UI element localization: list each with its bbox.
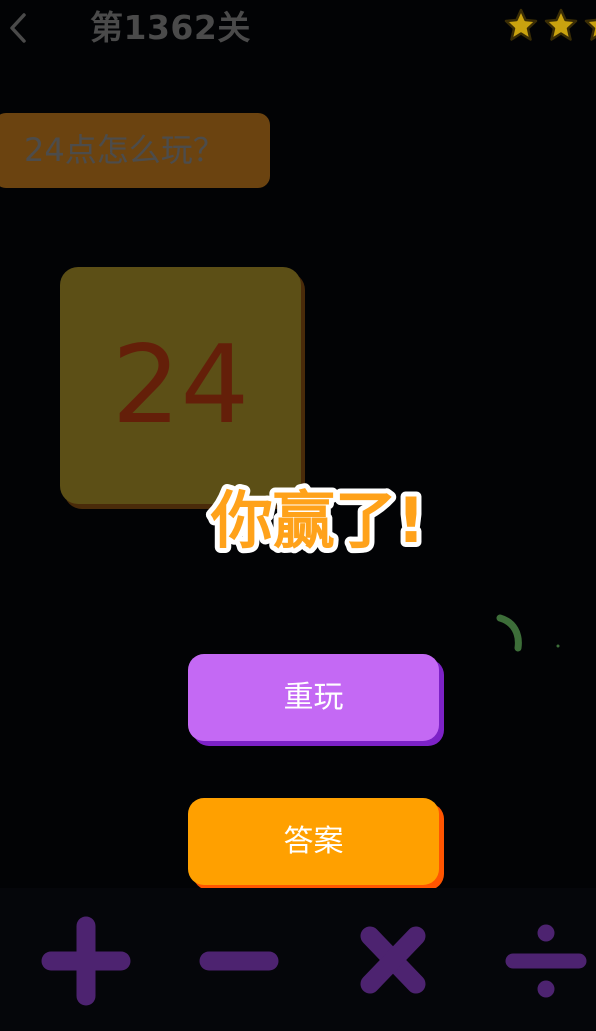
level-stars bbox=[504, 8, 596, 48]
how-to-play-button[interactable]: 24点怎么玩？ bbox=[0, 113, 270, 188]
game-screen: 第1362关 24点怎么玩？ 24 你赢了! 你赢了! 重玩 答案 bbox=[0, 0, 596, 1031]
minus-operator-button[interactable] bbox=[194, 916, 284, 1006]
star-icon bbox=[504, 8, 538, 41]
star-icon bbox=[544, 8, 578, 41]
back-button[interactable] bbox=[2, 6, 34, 50]
win-message: 你赢了! 你赢了! bbox=[198, 468, 438, 568]
minus-icon bbox=[199, 951, 279, 971]
replay-button[interactable]: 重玩 bbox=[188, 654, 439, 741]
multiply-operator-button[interactable] bbox=[348, 916, 438, 1006]
answer-button[interactable]: 答案 bbox=[188, 798, 439, 885]
confetti-decoration bbox=[492, 612, 572, 662]
plus-operator-button[interactable] bbox=[41, 916, 131, 1006]
chevron-left-icon bbox=[10, 13, 26, 43]
plus-icon bbox=[41, 916, 131, 1006]
divide-icon bbox=[505, 924, 587, 998]
level-title: 第1362关 bbox=[90, 8, 251, 47]
divide-operator-button[interactable] bbox=[501, 916, 591, 1006]
win-message-text: 你赢了! bbox=[210, 484, 425, 557]
multiply-icon bbox=[360, 926, 426, 994]
star-icon bbox=[584, 18, 596, 41]
operator-bar bbox=[0, 888, 596, 1031]
